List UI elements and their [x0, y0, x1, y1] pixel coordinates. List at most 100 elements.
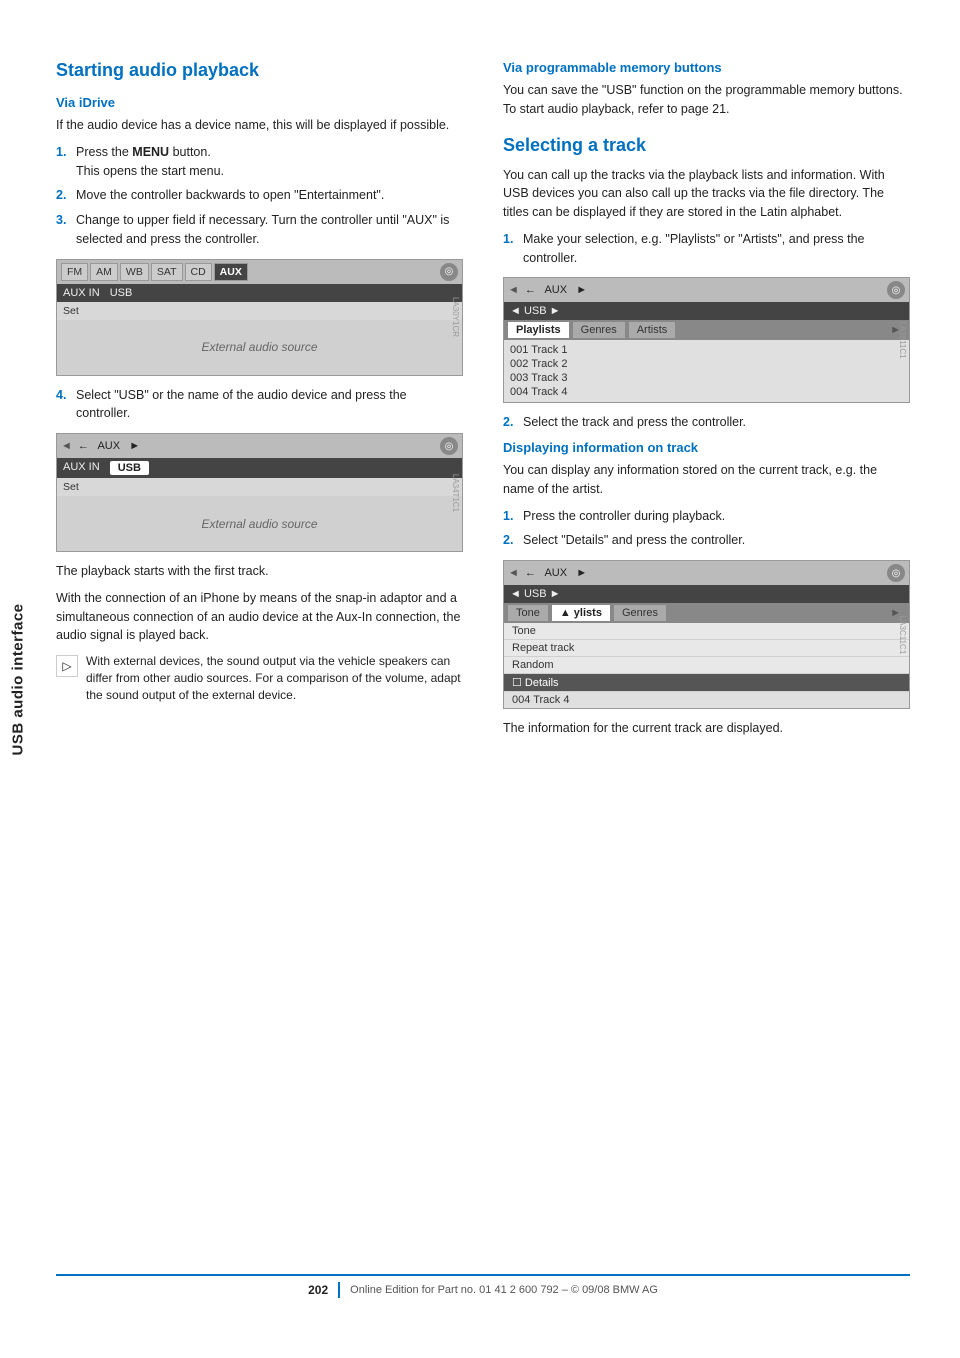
track-001: 001 Track 1: [510, 343, 903, 357]
plist-tab-genres: Genres: [573, 322, 625, 338]
footer-divider: [338, 1282, 340, 1298]
step-3-text: Change to upper field if necessary. Turn…: [76, 211, 463, 249]
disp-info-result: The information for the current track ar…: [503, 719, 910, 738]
det-menu: Tone Repeat track Random ☐ Details: [504, 623, 909, 692]
footer-text: Online Edition for Part no. 01 41 2 600 …: [350, 1284, 658, 1296]
via-prog-heading: Via programmable memory buttons: [503, 60, 910, 75]
screen1-body: External audio source: [57, 320, 462, 375]
auxin-label: AUX IN: [63, 287, 100, 299]
disp-info-heading: Displaying information on track: [503, 440, 910, 455]
det-item-details: ☐ Details: [504, 674, 909, 692]
section1-title: Starting audio playback: [56, 60, 463, 81]
det-item-tone: Tone: [504, 623, 909, 640]
footer-page-num: 202: [308, 1283, 328, 1297]
plist-usb-bar: ◄ USB ►: [504, 302, 909, 320]
steps-list-1: 1. Press the MENU button.This opens the …: [56, 143, 463, 249]
det-item-random: Random: [504, 657, 909, 674]
screen1-topbar: FM AM WB SAT CD AUX ◎: [57, 260, 462, 284]
tab-aux: AUX: [214, 263, 248, 281]
idrive-para1: If the audio device has a device name, t…: [56, 116, 463, 135]
screen2-top-aux: ← AUX ►: [78, 440, 140, 452]
plist-top-aux: ← AUX ►: [525, 284, 587, 296]
playback-starts-para: The playback starts with the first track…: [56, 562, 463, 581]
plist-topbar: ◄ ← AUX ► ◎: [504, 278, 909, 302]
note-icon: ▷: [56, 655, 78, 677]
det-top-aux: ← AUX ►: [525, 567, 587, 579]
sidebar-label: USB audio interface: [0, 0, 36, 1358]
screen1-knob-icon: ◎: [440, 263, 458, 281]
via-prog-text: You can save the "USB" function on the p…: [503, 81, 910, 119]
track-003: 003 Track 3: [510, 371, 903, 385]
page-footer: 202 Online Edition for Part no. 01 41 2 …: [56, 1274, 910, 1298]
tab-fm: FM: [61, 263, 88, 281]
det-knob-icon: ◎: [887, 564, 905, 582]
det-track-label: 004 Track 4: [504, 692, 909, 708]
screen1-image-id: LA30Y1CR: [451, 297, 460, 337]
screen1-setbar: Set: [57, 302, 462, 320]
note-text: With external devices, the sound output …: [86, 653, 463, 703]
step-2-num: 2.: [56, 186, 70, 205]
select-step-1-text: Make your selection, e.g. "Playlists" or…: [523, 230, 910, 268]
plist-screen-mockup: ◄ ← AUX ► ◎ ◄ USB ► Playlists Genres Art…: [503, 277, 910, 403]
screen2-body: External audio source: [57, 496, 462, 551]
screen2-auxin: AUX IN: [63, 461, 100, 475]
disp-info-para: You can display any information stored o…: [503, 461, 910, 499]
left-column: Starting audio playback Via iDrive If th…: [56, 60, 463, 1244]
screen2-image-id: LA34T1C1: [451, 473, 460, 511]
plist-image-id: LA3811C1: [898, 322, 907, 359]
steps-list-3: 1. Press the controller during playback.…: [503, 507, 910, 551]
det-image-id: LA3C11C1: [898, 615, 907, 654]
plist-tab-playlists: Playlists: [508, 322, 569, 338]
det-usb-bar: ◄ USB ►: [504, 585, 909, 603]
plist-tab-artists: Artists: [629, 322, 676, 338]
screen2-setbar: Set: [57, 478, 462, 496]
det-tab-ylists: ▲ ylists: [552, 605, 610, 621]
det-screen-mockup: ◄ ← AUX ► ◎ ◄ USB ► Tone ▲ ylists Genres…: [503, 560, 910, 709]
screen2-subtabs: AUX IN USB: [57, 458, 462, 478]
step2-list: 2. Select the track and press the contro…: [503, 413, 910, 432]
step-4-text: Select "USB" or the name of the audio de…: [76, 386, 463, 424]
det-item-repeat: Repeat track: [504, 640, 909, 657]
note-box: ▷ With external devices, the sound outpu…: [56, 653, 463, 703]
usb-label: USB: [110, 287, 133, 299]
screen2-usb: USB: [110, 461, 149, 475]
step-2: 2. Move the controller backwards to open…: [56, 186, 463, 205]
screen2-knob-icon: ◎: [440, 437, 458, 455]
main-content: Starting audio playback Via iDrive If th…: [36, 0, 960, 1358]
det-usb-label: ◄ USB ►: [510, 588, 561, 600]
two-column-layout: Starting audio playback Via iDrive If th…: [56, 60, 910, 1244]
tab-wb: WB: [120, 263, 149, 281]
plist-knob-icon: ◎: [887, 281, 905, 299]
screen2-topbar: ◄ ← AUX ► ◎: [57, 434, 462, 458]
selecting-para: You can call up the tracks via the playb…: [503, 166, 910, 222]
select-step-2-num: 2.: [503, 413, 517, 432]
track-002: 002 Track 2: [510, 357, 903, 371]
disp-step-2: 2. Select "Details" and press the contro…: [503, 531, 910, 550]
det-tab-tone: Tone: [508, 605, 548, 621]
track-004: 004 Track 4: [510, 385, 903, 399]
select-step-2-text: Select the track and press the controlle…: [523, 413, 910, 432]
step-1-num: 1.: [56, 143, 70, 181]
via-idrive-heading: Via iDrive: [56, 95, 463, 110]
iphone-para: With the connection of an iPhone by mean…: [56, 589, 463, 645]
plist-usb-label: ◄ USB ►: [510, 305, 561, 317]
sidebar-text: USB audio interface: [10, 603, 27, 755]
step-2-text: Move the controller backwards to open "E…: [76, 186, 463, 205]
plist-items: 001 Track 1 002 Track 2 003 Track 3 004 …: [504, 340, 909, 402]
steps-list-2: 1. Make your selection, e.g. "Playlists"…: [503, 230, 910, 268]
section2-title: Selecting a track: [503, 135, 910, 156]
step-3-num: 3.: [56, 211, 70, 249]
select-step-2: 2. Select the track and press the contro…: [503, 413, 910, 432]
det-tab-genres: Genres: [614, 605, 666, 621]
tab-am: AM: [90, 263, 118, 281]
right-column: Via programmable memory buttons You can …: [503, 60, 910, 1244]
step-4: 4. Select "USB" or the name of the audio…: [56, 386, 463, 424]
step-3: 3. Change to upper field if necessary. T…: [56, 211, 463, 249]
disp-step-1: 1. Press the controller during playback.: [503, 507, 910, 526]
select-step-1: 1. Make your selection, e.g. "Playlists"…: [503, 230, 910, 268]
screen1-mockup: FM AM WB SAT CD AUX ◎ AUX IN USB Set Ext…: [56, 259, 463, 376]
det-subtabs: Tone ▲ ylists Genres ►: [504, 603, 909, 623]
step-1-text: Press the MENU button.This opens the sta…: [76, 143, 463, 181]
disp-step-1-text: Press the controller during playback.: [523, 507, 910, 526]
select-step-1-num: 1.: [503, 230, 517, 268]
